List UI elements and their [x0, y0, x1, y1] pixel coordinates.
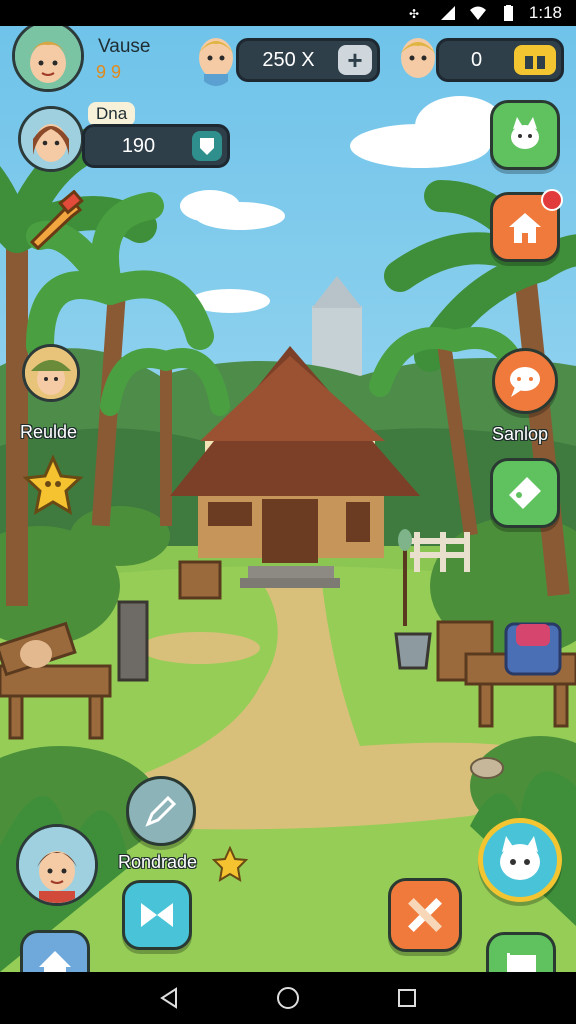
girl-face-icon — [198, 38, 234, 86]
companion-button[interactable] — [478, 818, 562, 902]
secondary-bar: 190 — [82, 124, 230, 168]
tag-icon — [200, 138, 214, 155]
svg-text:✣: ✣ — [409, 7, 419, 21]
secondary-label: Dna — [88, 102, 136, 126]
player-face-icon — [15, 26, 81, 89]
character-face-icon — [19, 827, 95, 903]
secondary-action-button[interactable] — [192, 131, 222, 161]
flag-button[interactable] — [486, 932, 556, 972]
house-icon — [509, 213, 541, 243]
small-star-icon — [212, 846, 248, 882]
star-badge-icon[interactable] — [22, 454, 84, 518]
cross-tools-icon — [408, 898, 442, 932]
currency-2-value: 0 — [470, 48, 483, 71]
status-bar: ✣ 1:18 — [0, 0, 576, 26]
signal-icon — [440, 6, 455, 20]
shop-button[interactable] — [490, 189, 563, 262]
bow-icon — [141, 903, 173, 927]
pet-icon — [500, 836, 540, 880]
character-avatar[interactable] — [16, 824, 98, 906]
recents-button[interactable] — [394, 985, 420, 1011]
boy-face-icon — [400, 38, 436, 78]
back-triangle-icon — [160, 987, 178, 1009]
notification-badge — [541, 189, 563, 211]
chat-button[interactable] — [492, 348, 558, 414]
currency-2-avatar — [396, 28, 440, 86]
chat-bubble-icon — [510, 367, 540, 397]
edit-button[interactable] — [126, 776, 196, 846]
villager-face-icon — [25, 347, 77, 399]
pencil-icon — [145, 795, 177, 827]
player-level: 9 9 — [96, 62, 122, 82]
tools-button[interactable] — [388, 878, 462, 952]
player-name: Vause — [98, 36, 151, 57]
currency-1-avatar — [194, 28, 238, 86]
gift-icon — [525, 52, 545, 69]
currency-1-bar: 250 X + — [236, 38, 380, 82]
wrench-icon[interactable] — [26, 190, 86, 250]
back-button[interactable] — [156, 985, 182, 1011]
navigation-bar — [0, 972, 576, 1024]
add-currency-button[interactable]: + — [338, 45, 372, 75]
pet-icon — [511, 117, 539, 149]
right-side-label: Sanlop — [492, 424, 549, 444]
bottom-left-label: Rondrade — [118, 852, 198, 872]
flag-icon — [507, 953, 536, 972]
battery-icon — [503, 5, 513, 21]
bow-button[interactable] — [122, 880, 192, 950]
status-time: 1:18 — [528, 3, 562, 22]
house-icon — [39, 951, 71, 972]
currency-1-value: 250 X — [262, 48, 315, 71]
label-button[interactable] — [490, 458, 560, 528]
home-circle-icon — [276, 987, 299, 1009]
currency-2-shop-button[interactable] — [514, 45, 556, 75]
secondary-value: 190 — [121, 134, 156, 157]
game-scene[interactable]: Vause 9 9 250 X + 0 Dna 190 Reulde Sanlo… — [0, 26, 576, 972]
currency-2-bar: 0 — [436, 38, 564, 82]
wifi-icon — [469, 6, 486, 20]
home-nav-button[interactable] — [275, 985, 301, 1011]
girl-portrait-icon — [21, 109, 81, 169]
recents-square-icon — [397, 989, 416, 1007]
ticket-icon — [509, 477, 541, 509]
network-icon: ✣ — [409, 7, 419, 21]
left-side-label: Reulde — [20, 422, 78, 442]
home-button[interactable] — [20, 930, 90, 972]
companion-avatar[interactable] — [18, 106, 84, 172]
pet-button[interactable] — [490, 100, 560, 170]
villager-avatar[interactable] — [22, 344, 80, 402]
